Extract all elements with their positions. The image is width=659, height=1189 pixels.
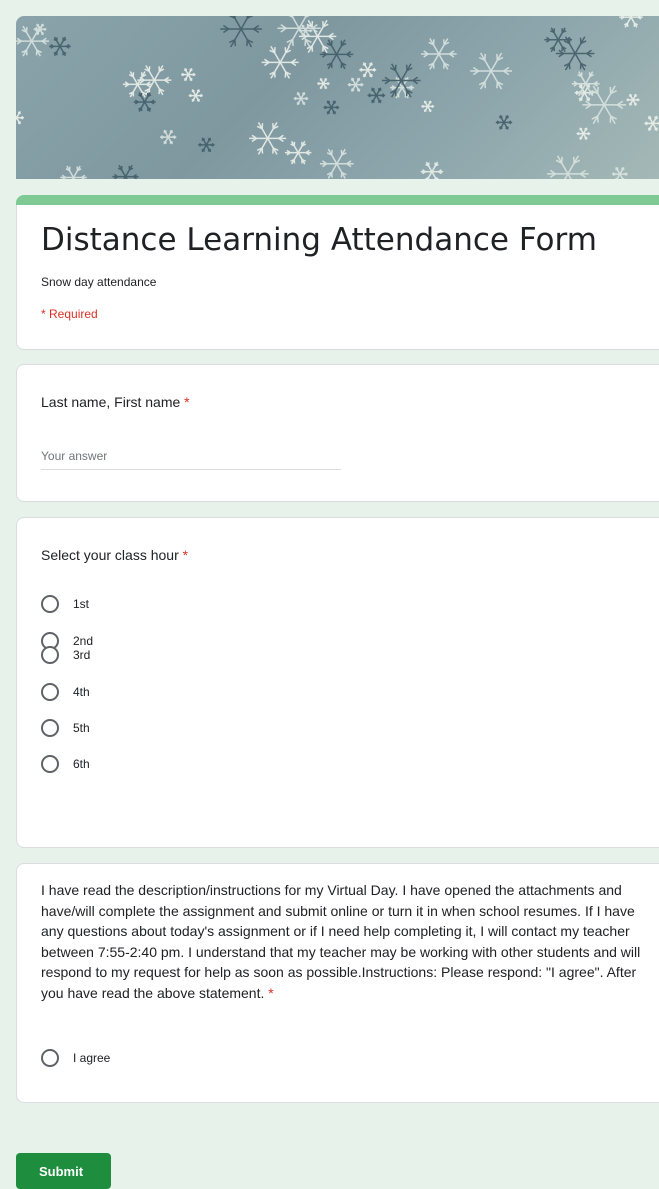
snowflake-icon bbox=[16, 111, 24, 124]
snowflake-icon bbox=[612, 167, 628, 179]
question-label: Last name, First name bbox=[41, 394, 180, 410]
header-accent-bar bbox=[16, 195, 659, 205]
required-note: * Required bbox=[41, 307, 98, 321]
snowflake-icon bbox=[160, 130, 176, 144]
snowflake-icon bbox=[249, 122, 286, 154]
radio-button-icon[interactable] bbox=[41, 755, 59, 773]
radio-button-icon[interactable] bbox=[41, 1049, 59, 1067]
snowflake-icon bbox=[626, 94, 639, 105]
snowflake-icon bbox=[556, 37, 595, 70]
snowflake-icon bbox=[189, 90, 203, 102]
snowflake-icon bbox=[60, 166, 87, 179]
snowflake-icon bbox=[137, 65, 171, 94]
question-agreement-card: I have read the description/instructions… bbox=[16, 863, 659, 1103]
header-banner-image bbox=[16, 16, 659, 179]
radio-option-4th[interactable]: 4th bbox=[41, 682, 90, 702]
snowflake-icon bbox=[317, 78, 329, 89]
radio-button-icon[interactable] bbox=[41, 595, 59, 613]
snowflake-icon bbox=[220, 16, 262, 47]
snowflake-icon bbox=[285, 141, 311, 164]
snowflake-icon bbox=[320, 40, 354, 69]
question-title: I have read the description/instructions… bbox=[41, 880, 646, 1004]
radio-option-i-agree[interactable]: I agree bbox=[41, 1048, 110, 1068]
snowflake-icon bbox=[644, 116, 659, 131]
snowflake-icon bbox=[421, 39, 457, 70]
radio-option-5th[interactable]: 5th bbox=[41, 718, 90, 738]
snowflake-icon bbox=[348, 78, 364, 92]
radio-option-label: 1st bbox=[73, 597, 89, 611]
snowflake-icon bbox=[547, 156, 589, 179]
snowflake-icon bbox=[382, 64, 421, 97]
required-asterisk: * bbox=[184, 394, 189, 410]
snowflake-icon bbox=[359, 63, 376, 78]
radio-button-icon[interactable] bbox=[41, 719, 59, 737]
snowflake-icon bbox=[323, 101, 339, 115]
radio-option-1st[interactable]: 1st bbox=[41, 594, 89, 614]
snowflake-icon bbox=[320, 149, 354, 178]
snowflake-icon bbox=[368, 88, 386, 103]
form-page: Distance Learning Attendance Form Snow d… bbox=[0, 0, 659, 1184]
radio-option-label: 5th bbox=[73, 721, 90, 735]
snowflake-icon bbox=[470, 53, 512, 89]
radio-option-6th[interactable]: 6th bbox=[41, 754, 90, 774]
form-header-card: Distance Learning Attendance Form Snow d… bbox=[16, 195, 659, 350]
radio-button-icon[interactable] bbox=[41, 683, 59, 701]
radio-button-icon[interactable] bbox=[41, 646, 59, 664]
required-asterisk: * bbox=[268, 985, 273, 1001]
snowflake-icon bbox=[181, 68, 195, 81]
snowflake-icon bbox=[262, 46, 299, 78]
snowflake-icon bbox=[577, 128, 591, 140]
snowflake-icon bbox=[16, 26, 49, 56]
snowflake-icon bbox=[198, 138, 214, 152]
snowflake-icon bbox=[496, 115, 512, 129]
snowflake-pattern bbox=[16, 16, 659, 179]
snowflake-icon bbox=[544, 28, 572, 52]
radio-option-label: 4th bbox=[73, 685, 90, 699]
required-asterisk: * bbox=[183, 547, 188, 563]
form-description: Snow day attendance bbox=[41, 275, 156, 289]
question-name-card: Last name, First name * Your answer bbox=[16, 364, 659, 502]
question-label: Select your class hour bbox=[41, 547, 179, 563]
snowflake-icon bbox=[112, 165, 138, 179]
form-title: Distance Learning Attendance Form bbox=[41, 222, 597, 258]
snowflake-icon bbox=[619, 16, 643, 27]
snowflake-icon bbox=[49, 37, 71, 56]
radio-option-label: 3rd bbox=[73, 648, 90, 662]
snowflake-icon bbox=[582, 86, 626, 124]
question-label: I have read the description/instructions… bbox=[41, 882, 640, 1001]
radio-option-label: 6th bbox=[73, 757, 90, 771]
question-title: Last name, First name * bbox=[41, 394, 190, 410]
question-title: Select your class hour * bbox=[41, 547, 188, 563]
snowflake-icon bbox=[421, 162, 443, 179]
question-class-hour-card: Select your class hour * 1st 2nd 3rd 4th… bbox=[16, 517, 659, 848]
snowflake-icon bbox=[421, 101, 434, 112]
name-answer-input[interactable]: Your answer bbox=[41, 447, 341, 470]
radio-option-3rd[interactable]: 3rd bbox=[41, 645, 90, 665]
radio-option-label: I agree bbox=[73, 1051, 110, 1065]
snowflake-icon bbox=[294, 92, 309, 105]
